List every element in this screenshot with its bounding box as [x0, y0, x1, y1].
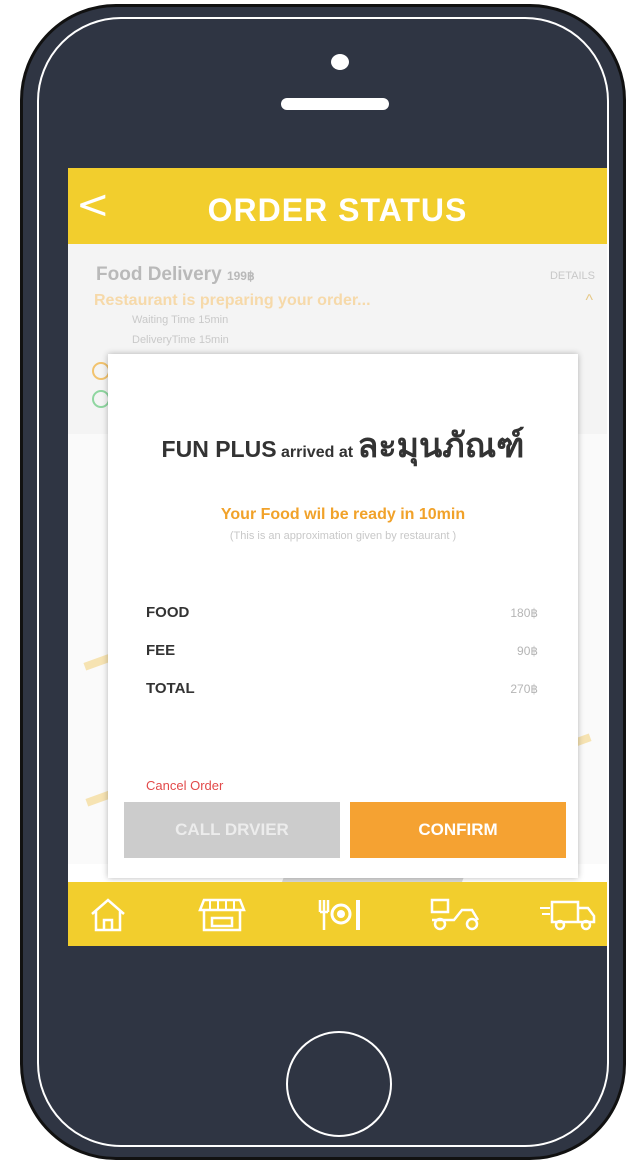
- arrival-dialog: FUN PLUS arrived at ละมุนภัณฑ์ Your Food…: [108, 354, 578, 878]
- approximation-note: (This is an approximation given by resta…: [229, 530, 457, 542]
- delivery-time: DeliveryTime 15min: [132, 334, 229, 346]
- plate-cutlery-icon: [318, 900, 360, 930]
- page-title: ORDER STATUS: [207, 192, 468, 228]
- home-button[interactable]: [286, 1031, 392, 1137]
- chevron-up-icon[interactable]: ^: [585, 292, 593, 310]
- restaurant-name: ละมุนภัณฑ์: [357, 426, 525, 466]
- scooter-icon: [430, 898, 480, 931]
- order-name: Food Delivery 199฿: [96, 264, 255, 286]
- shop-icon: [198, 898, 246, 932]
- ready-message: Your Food wil be ready in 10min: [220, 506, 466, 523]
- driver-brand: FUN PLUS: [161, 436, 277, 462]
- confirm-button[interactable]: CONFIRM: [350, 802, 566, 858]
- row-label: FOOD: [146, 604, 190, 621]
- speaker-icon: [281, 98, 389, 110]
- home-icon: [91, 898, 125, 932]
- details-link[interactable]: DETAILS: [550, 270, 595, 282]
- app-screen: < ORDER STATUS Food Delivery 199฿ DETAIL…: [68, 168, 607, 946]
- row-value: 270฿: [510, 682, 538, 696]
- row-value: 180฿: [510, 606, 538, 620]
- arrival-headline: FUN PLUS arrived at ละมุนภัณฑ์: [108, 418, 578, 472]
- call-driver-button[interactable]: CALL DRVIER: [124, 802, 340, 858]
- nav-item-food[interactable]: [294, 882, 374, 946]
- order-name-text: Food Delivery: [96, 264, 222, 285]
- price-row-food: FOOD 180฿: [146, 604, 538, 626]
- nav-item-home[interactable]: [68, 882, 148, 946]
- top-bar: < ORDER STATUS: [68, 168, 607, 244]
- delivery-truck-icon: [540, 900, 596, 931]
- price-row-total: TOTAL 270฿: [146, 680, 538, 702]
- row-label: TOTAL: [146, 680, 195, 697]
- order-price: 199฿: [226, 269, 255, 283]
- row-value: 90฿: [517, 644, 538, 658]
- camera-icon: [331, 54, 349, 70]
- price-row-fee: FEE 90฿: [146, 642, 538, 664]
- nav-item-parcel[interactable]: [518, 882, 598, 946]
- arrival-verb: arrived at: [281, 444, 354, 461]
- nav-item-shop[interactable]: [178, 882, 258, 946]
- nav-item-messenger[interactable]: [408, 882, 488, 946]
- order-status-text: Restaurant is preparing your order...: [94, 292, 371, 309]
- cancel-order-link[interactable]: Cancel Order: [146, 778, 223, 793]
- row-label: FEE: [146, 642, 176, 659]
- bottom-nav: [68, 882, 607, 946]
- waiting-time: Waiting Time 15min: [132, 314, 229, 326]
